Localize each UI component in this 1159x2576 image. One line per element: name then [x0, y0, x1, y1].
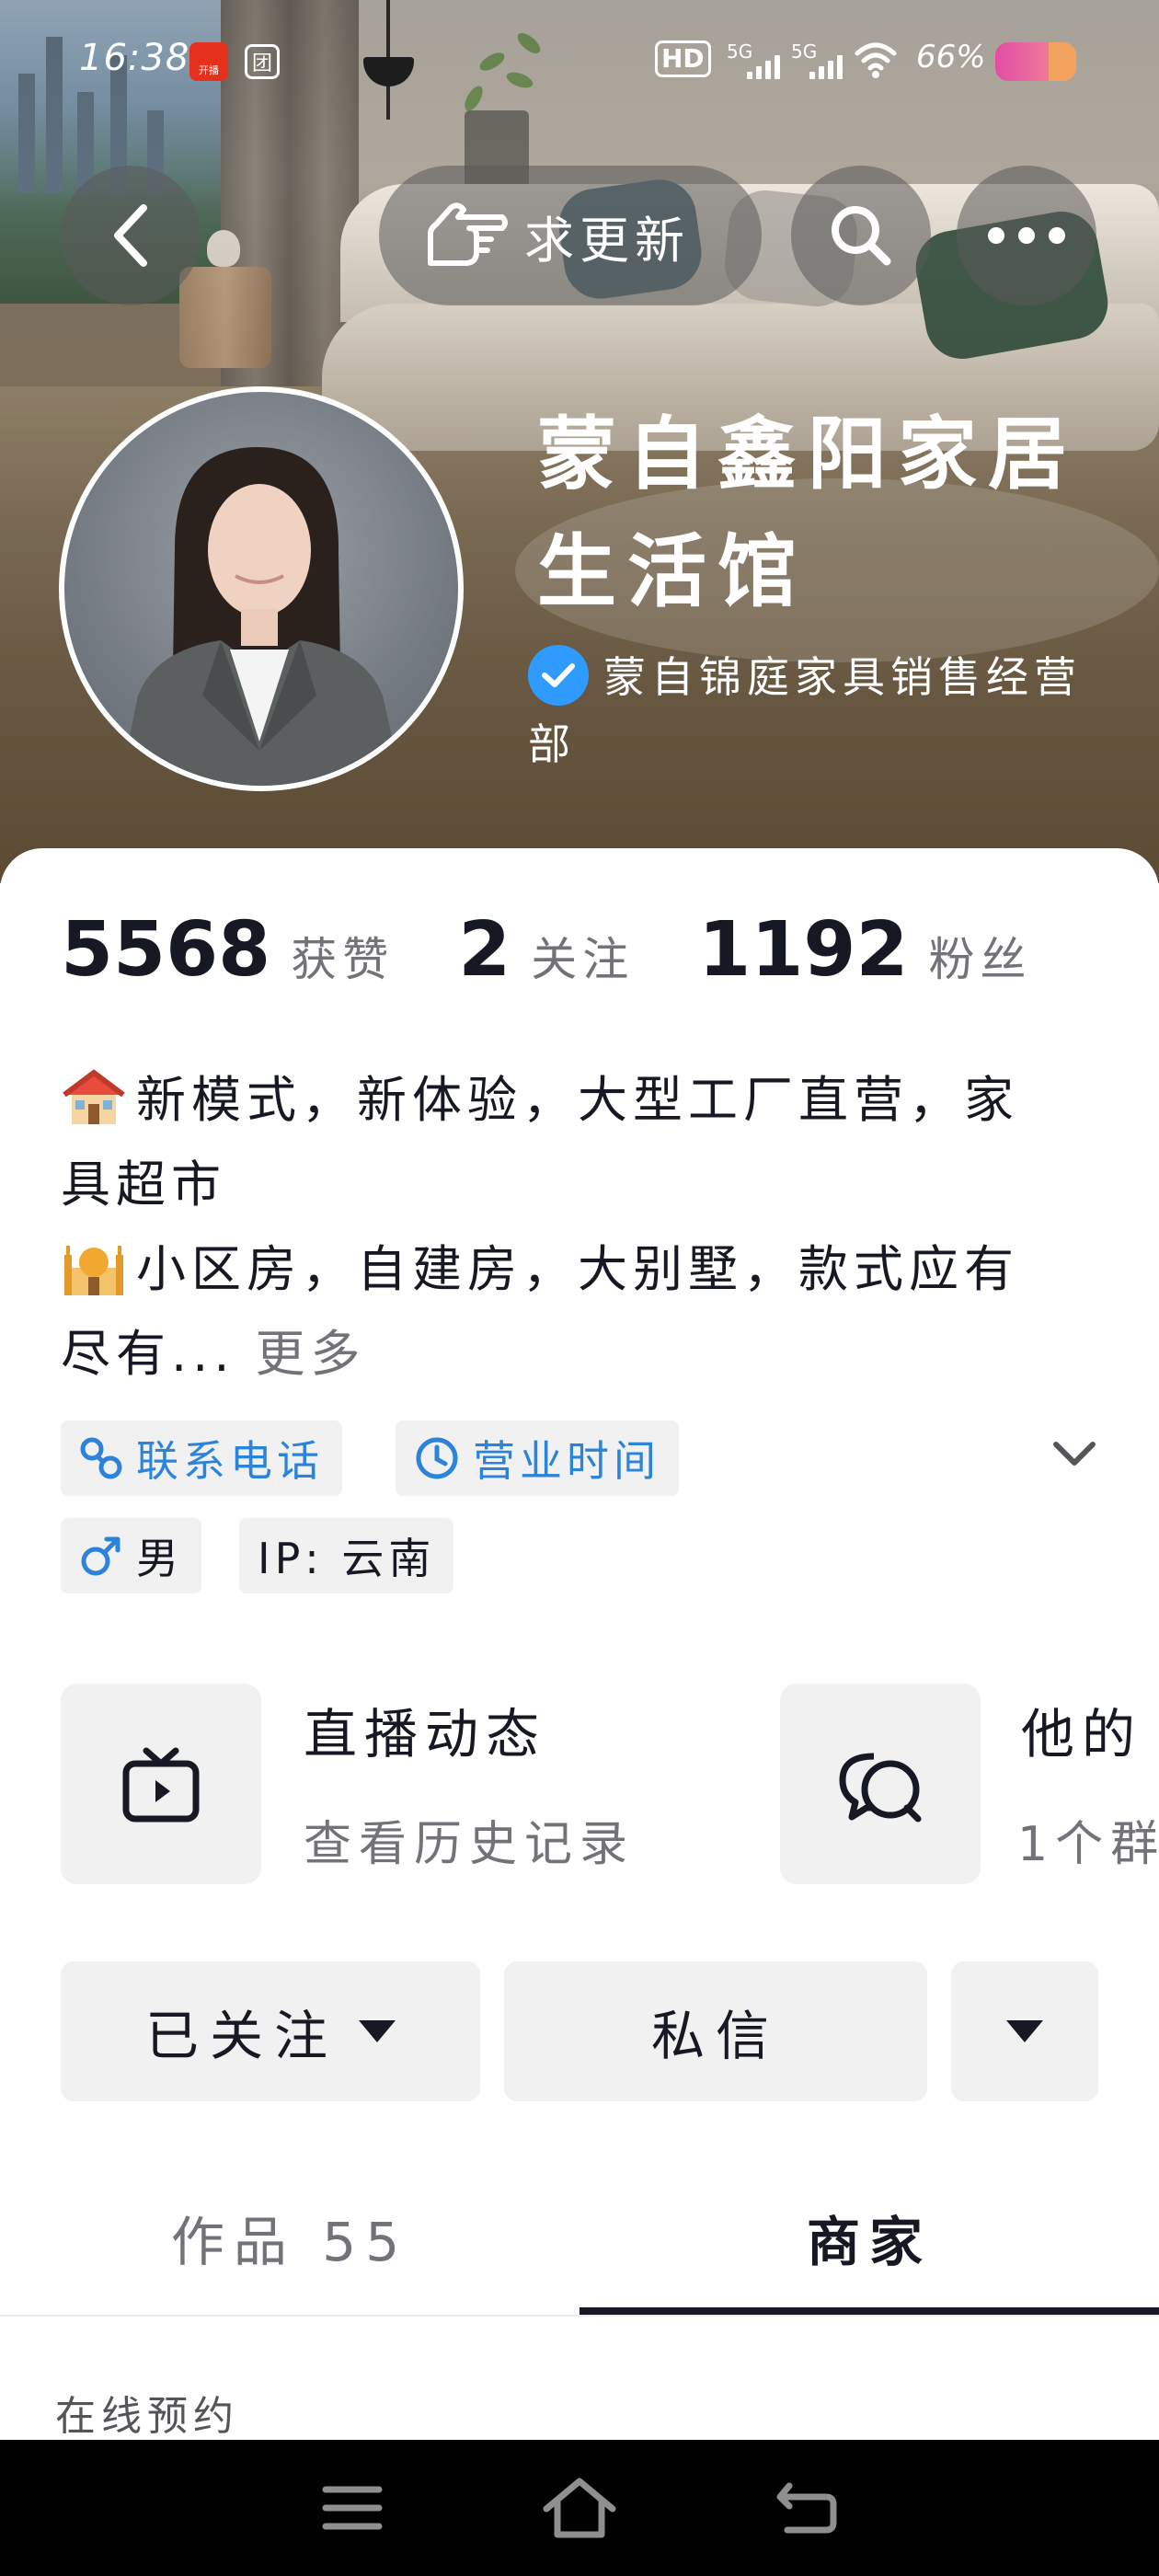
following-count[interactable]: 2 [458, 906, 511, 994]
followed-button[interactable]: 已关注 [61, 1961, 480, 2101]
avatar-portrait [120, 447, 403, 786]
menu-icon [322, 2486, 383, 2530]
followed-label: 已关注 [144, 2005, 339, 2067]
request-update-label: 求更新 [524, 211, 690, 270]
system-nav-bar [0, 2440, 1159, 2576]
back-arrow-icon [776, 2482, 837, 2534]
caret-down-icon [1006, 2020, 1043, 2042]
status-time: 16:38 [79, 37, 190, 79]
tv-icon [122, 1747, 200, 1823]
contact-phone-label: 联系电话 [136, 1436, 324, 1486]
verified-text: 蒙自锦庭家具销售经营部 [528, 652, 1082, 769]
tab-merchant[interactable]: 商家 [580, 2199, 1159, 2276]
live-app-icon: 开播 [189, 42, 228, 81]
section-title: 在线预约 [55, 2393, 239, 2440]
active-tab-indicator [580, 2307, 1159, 2315]
gender-tag: 男 [61, 1518, 201, 1593]
followers-count[interactable]: 1192 [698, 906, 908, 994]
contact-phone-tag[interactable]: 联系电话 [61, 1420, 342, 1496]
avatar[interactable] [59, 386, 464, 791]
ip-location-label: IP: 云南 [258, 1534, 436, 1583]
likes-count[interactable]: 5568 [61, 906, 270, 994]
clock-icon [416, 1437, 458, 1479]
profile-name: 蒙自鑫阳家居生活馆 [537, 408, 1078, 618]
search-button[interactable] [791, 166, 931, 305]
profile-bio[interactable]: 新模式，新体验，大型工厂直营，家具超市 小区房，自建房，大别墅，款式应有尽有..… [61, 1058, 1073, 1397]
more-options-button[interactable] [957, 166, 1096, 305]
chevron-down-icon[interactable] [1049, 1435, 1100, 1472]
bio-more-link[interactable]: 更多 [256, 1325, 366, 1383]
hd-icon: HD [655, 40, 711, 77]
message-button[interactable]: 私信 [504, 1961, 927, 2101]
more-dots-icon [988, 227, 1065, 244]
search-icon [832, 206, 891, 266]
live-history-subtitle: 查看历史记录 [304, 1817, 636, 1872]
group-chat-title[interactable]: 他的 [1021, 1691, 1142, 1768]
group-chat-card[interactable] [780, 1684, 981, 1884]
battery-icon [995, 42, 1076, 81]
house-emoji-icon [63, 1069, 125, 1125]
home-nav-button[interactable] [534, 2462, 625, 2554]
group-app-icon: 团 [245, 44, 280, 79]
status-bar: 16:38 开播 团 HD 5G 5G 66% [0, 0, 1159, 120]
likes-label: 获赞 [291, 933, 395, 986]
palace-emoji-icon [64, 1246, 123, 1296]
business-hours-label: 营业时间 [473, 1436, 660, 1486]
stats-row: 5568 获赞 2 关注 1192 粉丝 [61, 906, 1096, 994]
followers-label: 粉丝 [928, 933, 1032, 986]
battery-percent: 66% [916, 39, 986, 75]
chat-bubbles-icon [839, 1753, 922, 1823]
caret-down-icon [359, 2020, 396, 2042]
business-hours-tag[interactable]: 营业时间 [396, 1420, 679, 1496]
verified-badge: 蒙自锦庭家具销售经营部 [528, 644, 1117, 777]
live-history-card[interactable] [61, 1684, 261, 1884]
verified-check-icon [528, 644, 589, 706]
signal-bars-icon [747, 55, 780, 79]
signal-bars-icon [809, 55, 843, 79]
chevron-left-icon [114, 204, 147, 267]
phone-icon [80, 1437, 122, 1479]
gender-label: 男 [136, 1534, 183, 1583]
bio-line-1: 新模式，新体验，大型工厂直营，家具超市 [61, 1071, 1019, 1213]
pointing-hand-icon [428, 202, 508, 266]
home-icon [543, 2478, 616, 2538]
group-chat-subtitle: 1个群 [1017, 1817, 1159, 1872]
wifi-icon [855, 42, 897, 78]
more-actions-button[interactable] [951, 1961, 1098, 2101]
live-history-title[interactable]: 直播动态 [304, 1691, 546, 1768]
back-nav-button[interactable] [761, 2462, 853, 2554]
back-button[interactable] [61, 166, 201, 305]
following-label: 关注 [531, 933, 635, 986]
ip-location-tag: IP: 云南 [239, 1518, 454, 1593]
tab-works[interactable]: 作品 55 [0, 2199, 580, 2276]
male-icon [81, 1536, 120, 1576]
bio-line-2: 小区房，自建房，大别墅，款式应有尽有... [61, 1240, 1019, 1383]
request-update-button[interactable]: 求更新 [379, 166, 762, 305]
tab-divider [0, 2315, 1159, 2317]
message-label: 私信 [650, 2005, 780, 2067]
menu-nav-button[interactable] [306, 2462, 398, 2554]
